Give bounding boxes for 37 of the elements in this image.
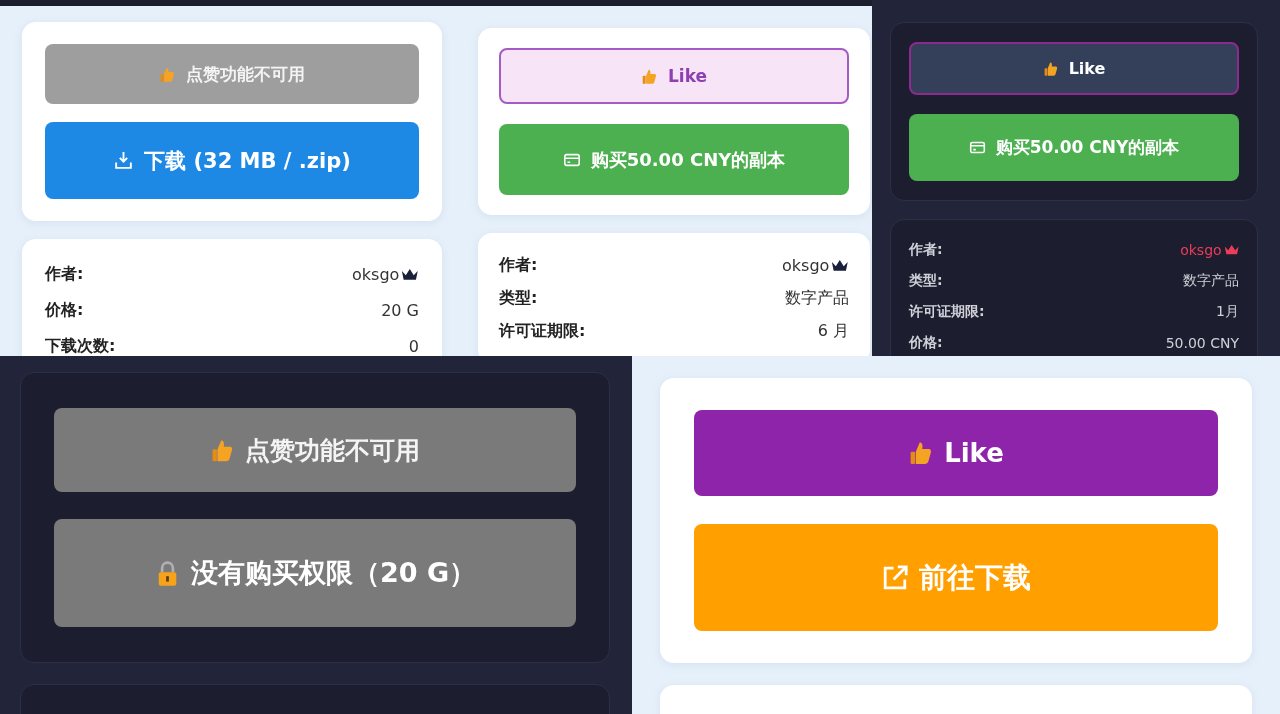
field-value: 0 bbox=[408, 336, 419, 356]
action-button[interactable]: 前往下载 bbox=[694, 524, 1218, 631]
credit-card-icon bbox=[968, 139, 986, 156]
field-value: 数字产品 bbox=[785, 288, 849, 309]
field-value: 50.00 CNY bbox=[1165, 334, 1239, 351]
like-button[interactable]: Like bbox=[694, 410, 1218, 496]
thumbs-up-icon bbox=[159, 65, 176, 83]
field-label: 许可证期限: bbox=[909, 302, 985, 321]
crown-icon bbox=[401, 267, 419, 281]
field-label: 类型: bbox=[909, 271, 943, 290]
field-label: 作者: bbox=[909, 240, 943, 259]
like-button[interactable]: Like bbox=[909, 42, 1239, 95]
action-button[interactable]: 购买50.00 CNY的副本 bbox=[909, 114, 1239, 181]
field-label: 类型: bbox=[499, 288, 538, 309]
field-value: 20 G bbox=[381, 300, 419, 320]
field-label: 价格: bbox=[909, 333, 943, 352]
field-value: oksgo bbox=[1180, 241, 1222, 258]
field-value: oksgo bbox=[782, 256, 830, 275]
download-icon bbox=[113, 150, 135, 171]
crown-icon bbox=[831, 259, 849, 272]
external-link-icon bbox=[881, 563, 909, 592]
like-button[interactable]: Like bbox=[499, 48, 849, 104]
thumbs-up-icon bbox=[640, 67, 658, 85]
field-label: 价格: bbox=[45, 299, 84, 321]
action-button[interactable]: 购买50.00 CNY的副本 bbox=[499, 124, 849, 195]
field-label: 下载次数: bbox=[45, 335, 116, 356]
field-label: 作者: bbox=[499, 255, 538, 276]
locked-button[interactable]: 没有购买权限（20 G） bbox=[54, 519, 576, 627]
action-button[interactable]: 下载 (32 MB / .zip) bbox=[45, 122, 419, 199]
thumbs-up-icon bbox=[1042, 60, 1059, 77]
field-value: oksgo bbox=[352, 264, 400, 284]
field-value: 数字产品 bbox=[1183, 271, 1239, 290]
field-value: 1月 bbox=[1216, 302, 1239, 321]
field-label: 作者: bbox=[45, 263, 84, 285]
crown-icon bbox=[1223, 243, 1239, 256]
field-label: 许可证期限: bbox=[499, 321, 586, 342]
field-value: 6 月 bbox=[817, 321, 849, 342]
